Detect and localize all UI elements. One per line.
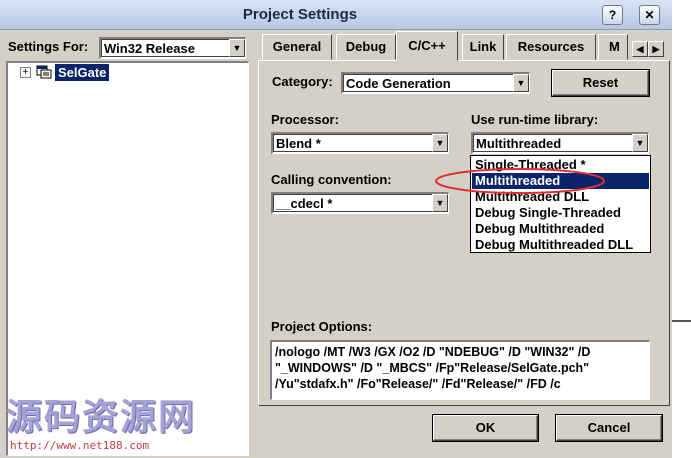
category-combo[interactable]: Code Generation ▼ [341,72,530,94]
close-button[interactable]: ✕ [639,5,660,25]
tab-c-cpp[interactable]: C/C++ [396,31,458,61]
tree-item-selgate[interactable]: SelGate [55,64,110,81]
chevron-down-icon[interactable]: ▼ [632,134,648,152]
settings-for-label: Settings For: [8,39,89,54]
project-options-textbox[interactable]: /nologo /MT /W3 /GX /O2 /D "NDEBUG" /D "… [270,340,650,400]
annotation-ellipse [435,168,605,194]
processor-label: Processor: [271,112,339,127]
dropdown-option[interactable]: Debug Multithreaded [472,221,649,237]
chevron-down-icon[interactable]: ▼ [432,194,448,212]
cancel-button[interactable]: Cancel [556,415,662,441]
tab-scroll-left-icon[interactable]: ◀ [632,41,648,57]
window-title: Project Settings [242,6,358,23]
chevron-down-icon[interactable]: ▼ [229,39,245,57]
runtime-library-label: Use run-time library: [471,112,599,127]
processor-value: Blend * [276,136,321,151]
runtime-library-value: Multithreaded [476,136,562,151]
ok-button[interactable]: OK [433,415,538,441]
project-icon [36,65,52,79]
tab-resources[interactable]: Resources [506,34,596,60]
tab-scroll-right-icon[interactable]: ▶ [648,41,664,57]
divider [672,320,691,322]
tab-link[interactable]: Link [462,34,504,60]
processor-combo[interactable]: Blend * ▼ [271,132,449,154]
tab-general[interactable]: General [262,34,332,60]
category-label: Category: [272,74,333,89]
category-value: Code Generation [346,76,451,91]
watermark-url: http://www.net188.com [10,439,150,452]
title-bar: Project Settings ? ✕ [0,0,672,30]
runtime-library-combo[interactable]: Multithreaded ▼ [471,132,649,154]
calling-convention-value: __cdecl * [276,196,333,211]
expand-icon[interactable]: + [20,67,31,78]
calling-convention-label: Calling convention: [271,172,392,187]
watermark-logo: 源码资源网 [6,396,197,438]
calling-convention-combo[interactable]: __cdecl * ▼ [271,192,449,214]
dropdown-option[interactable]: Debug Single-Threaded [472,205,649,221]
dropdown-option[interactable]: Debug Multithreaded DLL [472,237,649,253]
help-button[interactable]: ? [602,5,623,25]
reset-button[interactable]: Reset [552,70,649,96]
background-window-edge [672,0,691,458]
project-options-label: Project Options: [271,319,373,334]
settings-for-combo[interactable]: Win32 Release ▼ [99,37,246,59]
chevron-down-icon[interactable]: ▼ [513,74,529,92]
tab-more[interactable]: M [598,34,628,60]
tab-debug[interactable]: Debug [336,34,396,60]
settings-for-value: Win32 Release [104,41,195,56]
chevron-down-icon[interactable]: ▼ [432,134,448,152]
